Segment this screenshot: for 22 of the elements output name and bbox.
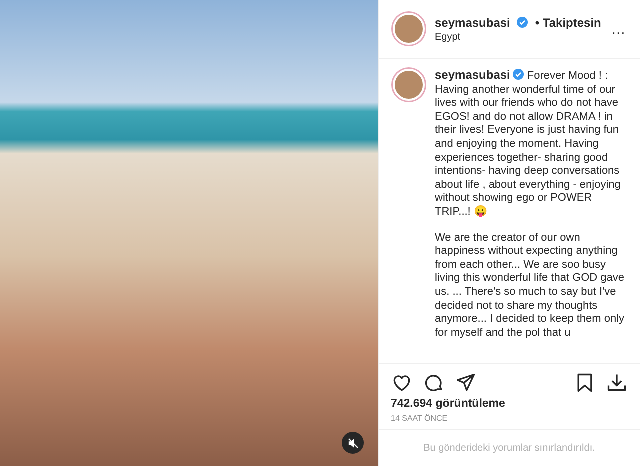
mute-button[interactable] [342,432,364,454]
view-count: 742.694 görüntüleme [391,398,506,410]
location-link[interactable]: Egypt [435,32,602,42]
comment-button[interactable] [423,372,445,394]
verified-badge-icon [513,69,524,80]
share-button[interactable] [455,372,477,394]
post-time: 14 SAAT ÖNCE [391,414,449,423]
caption-text: seymasubasi Forever Mood ! : Having another wonderful time of our lives with our friends who do not have EGOS! and do not allow DRAMA ! in their lives! Everyone is just having fun and enjoying the moment. Having experiences together- sharing good intentions- having deep conversations about life , about everything - enjoying without showing ego or POWER TRIP...! 😛 [435,69,622,220]
more-options-button[interactable]: ... [612,22,626,36]
username-link[interactable]: seymasubasi [435,16,510,30]
paper-plane-icon [455,372,477,394]
verified-badge-icon [517,17,528,28]
avatar[interactable] [393,13,425,45]
comments-limited-notice: Bu gönderideki yorumlar sınırlandırıldı. [424,442,596,454]
download-button[interactable] [606,372,628,394]
following-status[interactable]: • Takiptesin [535,16,602,30]
caption-text: We are the creator of our own happiness without expecting anything from each other... We are soo busy living this wonderful life that GOD gave us. ... There's so much to say but I've decided not to share my thoughts anymore... I decided to keep them only for myself and the pol that u [435,232,626,340]
muted-speaker-icon [348,438,358,448]
download-icon [606,372,628,394]
speech-bubble-icon [423,372,445,394]
avatar[interactable] [393,69,425,101]
username-link[interactable]: seymasubasi [435,68,510,82]
